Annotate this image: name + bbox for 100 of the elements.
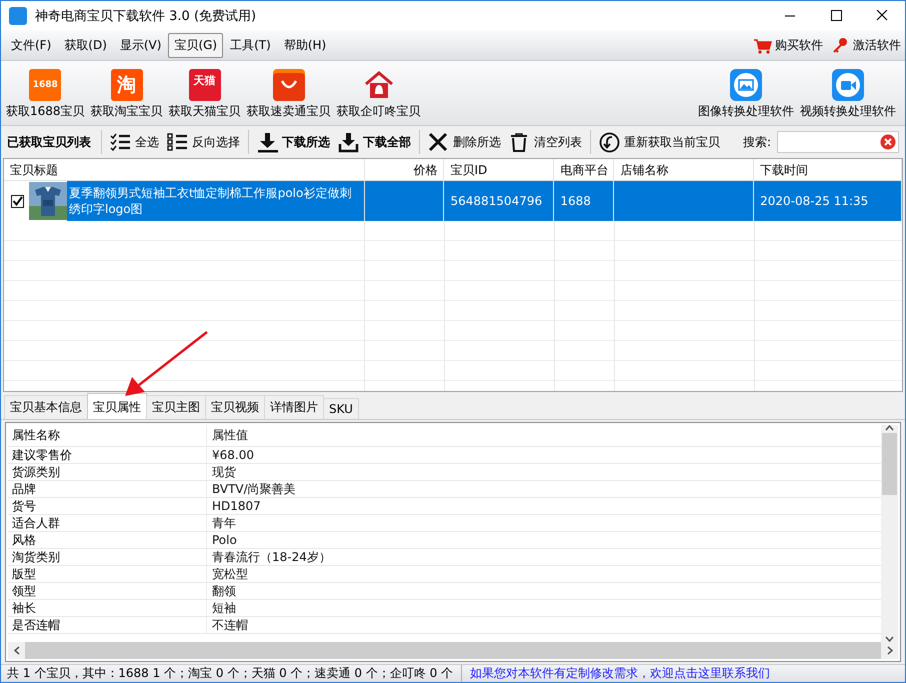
- scroll-thumb[interactable]: [882, 433, 897, 495]
- contact-link[interactable]: 如果您对本软件有定制修改需求，欢迎点击这里联系我们: [461, 665, 770, 682]
- property-value: 不连帽: [211, 617, 249, 633]
- property-name: 淘货类别: [8, 549, 207, 565]
- button-label: 清空列表: [534, 134, 582, 150]
- button-label: 获取淘宝宝贝: [90, 103, 163, 120]
- tab[interactable]: 宝贝属性: [87, 393, 147, 419]
- property-value: 现货: [211, 464, 237, 480]
- house-icon: [362, 69, 395, 101]
- fetch-button[interactable]: 淘 获取淘宝宝贝: [90, 69, 164, 120]
- horizontal-scrollbar[interactable]: [8, 642, 898, 659]
- menu-item[interactable]: 帮助(H): [278, 32, 332, 58]
- button-label: 视频转换处理软件: [800, 103, 896, 120]
- link-label: 购买软件: [775, 36, 823, 54]
- menu-link[interactable]: 激活软件: [831, 36, 901, 54]
- property-name: 版型: [8, 566, 207, 582]
- tab[interactable]: SKU: [323, 398, 359, 419]
- window-title: 神奇电商宝贝下载软件 3.0 (免费试用): [35, 8, 258, 24]
- fetch-button[interactable]: 天猫 获取天猫宝贝: [168, 69, 242, 120]
- download-icon: [338, 132, 359, 152]
- button-label: 反向选择: [192, 134, 240, 150]
- menu-item[interactable]: 显示(V): [114, 32, 168, 58]
- property-value: 短袖: [211, 600, 237, 616]
- checklist-icon: [110, 132, 131, 152]
- button-label: 获取企叮咚宝贝: [336, 103, 421, 120]
- vertical-scrollbar[interactable]: [881, 425, 898, 642]
- toolbar-button[interactable]: 全选: [106, 132, 163, 152]
- property-name: 品牌: [8, 481, 207, 497]
- list-title: 已获取宝贝列表: [7, 134, 91, 150]
- scroll-right-icon[interactable]: [886, 646, 892, 655]
- property-value: 宽松型: [211, 566, 249, 582]
- button-label: 删除所选: [453, 134, 501, 150]
- button-label: 获取天猫宝贝: [168, 103, 241, 120]
- shopping-bag-icon: [272, 69, 305, 101]
- tool-button[interactable]: 图像转换处理软件: [697, 69, 795, 120]
- property-value: HD1807: [211, 498, 262, 514]
- property-value: 青年: [211, 515, 237, 531]
- logo-icon: 天猫: [188, 69, 221, 101]
- scroll-up-icon[interactable]: [885, 425, 894, 431]
- table-cell: 1688: [554, 181, 614, 221]
- list-icon: [167, 132, 188, 152]
- property-value: Polo: [211, 532, 238, 548]
- link-label: 激活软件: [853, 36, 901, 54]
- table-cell: 564881504796: [444, 181, 554, 221]
- property-value: 翻领: [211, 583, 237, 599]
- button-label: 全选: [135, 134, 159, 150]
- menu-item[interactable]: 获取(D): [58, 32, 113, 58]
- fetch-button[interactable]: 获取企叮咚宝贝: [336, 69, 422, 120]
- search-label: 搜索:: [742, 134, 771, 150]
- image-icon: [730, 69, 762, 101]
- menu-item[interactable]: 工具(T): [224, 32, 277, 58]
- property-name: 风格: [8, 532, 207, 548]
- property-name: 袖长: [8, 600, 207, 616]
- status-summary: 共 1 个宝贝，其中：1688 1 个；淘宝 0 个；天猫 0 个；速卖通 0 个；企叮咚 0 个: [7, 665, 454, 682]
- property-value: BVTV/尚聚善美: [211, 481, 297, 497]
- tab[interactable]: 宝贝基本信息: [4, 395, 88, 419]
- video-camera-icon: [832, 69, 864, 101]
- toolbar-button[interactable]: 反向选择: [163, 132, 244, 152]
- button-label: 下载所选: [282, 134, 330, 150]
- column-header: 属性名称: [8, 425, 207, 446]
- button-label: 重新获取当前宝贝: [624, 134, 720, 150]
- table-cell: 2020-08-25 11:35: [754, 181, 902, 221]
- refresh-icon: [599, 132, 620, 152]
- menu-item[interactable]: 宝贝(G): [168, 32, 224, 58]
- delete-icon: [428, 132, 449, 152]
- column-header: 属性值: [211, 427, 249, 444]
- maximize-button[interactable]: [829, 10, 843, 21]
- toolbar-button[interactable]: 删除所选: [424, 132, 505, 152]
- menu-item[interactable]: 文件(F): [5, 32, 58, 58]
- toolbar-button[interactable]: 下载全部: [334, 132, 415, 152]
- property-value: ¥68.00: [211, 447, 255, 463]
- toolbar-button[interactable]: 重新获取当前宝贝: [595, 132, 724, 152]
- button-label: 图像转换处理软件: [698, 103, 794, 120]
- fetch-button[interactable]: 获取速卖通宝贝: [246, 69, 332, 120]
- toolbar-button[interactable]: 清空列表: [505, 132, 586, 152]
- app-icon: [9, 6, 27, 24]
- scroll-left-icon[interactable]: [14, 646, 20, 655]
- checkbox[interactable]: [11, 194, 24, 208]
- button-label: 下载全部: [363, 134, 411, 150]
- tab[interactable]: 宝贝主图: [146, 395, 206, 419]
- property-value: 青春流行（18-24岁）: [211, 549, 332, 565]
- trash-icon: [509, 132, 530, 152]
- clear-icon[interactable]: [880, 134, 896, 150]
- property-name: 货源类别: [8, 464, 207, 480]
- property-name: 货号: [8, 498, 207, 514]
- cart-icon: [753, 36, 772, 54]
- tool-button[interactable]: 视频转换处理软件: [799, 69, 897, 120]
- scroll-down-icon[interactable]: [885, 636, 894, 642]
- property-name: 建议零售价: [8, 447, 207, 463]
- property-name: 是否连帽: [8, 617, 207, 633]
- property-name: 领型: [8, 583, 207, 599]
- fetch-button[interactable]: 1688 获取1688宝贝: [5, 69, 86, 120]
- logo-icon: 淘: [110, 69, 143, 101]
- search-field[interactable]: [777, 131, 899, 153]
- button-label: 获取速卖通宝贝: [246, 103, 331, 120]
- logo-icon: 1688: [29, 69, 62, 101]
- menu-link[interactable]: 购买软件: [753, 36, 823, 54]
- toolbar-button[interactable]: 下载所选: [253, 132, 334, 152]
- close-button[interactable]: [875, 10, 889, 21]
- key-icon: [831, 36, 850, 54]
